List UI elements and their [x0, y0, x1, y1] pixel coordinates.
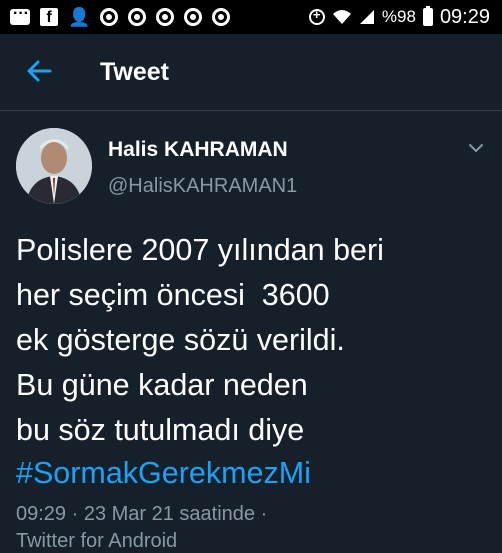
chrome-icon	[184, 8, 203, 26]
notification-icons: f 👤	[10, 5, 231, 28]
chrome-icon	[128, 8, 147, 26]
battery-icon	[422, 6, 433, 26]
avatar-image	[16, 128, 92, 204]
avatar[interactable]	[16, 128, 92, 204]
tweet-timestamp: 09:29 · 23 Mar 21 saatinde ·	[16, 503, 268, 525]
add-user-icon: 👤	[68, 6, 91, 27]
hashtag-link[interactable]: #SormakGerekmezMi	[16, 453, 311, 493]
message-icon	[10, 5, 30, 25]
status-bar: f 👤 %98 09:29	[0, 0, 502, 34]
facebook-icon: f	[40, 8, 58, 26]
system-icons: %98 09:29	[308, 5, 490, 28]
arrow-left-icon[interactable]	[24, 56, 54, 86]
app-bar: Tweet	[0, 34, 502, 111]
battery-percent: %98	[381, 7, 416, 26]
author-name[interactable]: Halis KAHRAMAN	[108, 138, 288, 162]
clock: 09:29	[439, 5, 490, 28]
tweet-text: Polislere 2007 yılından beri her seçim ö…	[16, 233, 384, 447]
chrome-icon	[212, 8, 231, 26]
signal-icon	[359, 10, 374, 24]
author-handle[interactable]: @HalisKAHRAMAN1	[108, 175, 297, 198]
page-title: Tweet	[100, 58, 169, 86]
tweet-source[interactable]: Twitter for Android	[16, 530, 177, 553]
chrome-icon	[100, 8, 119, 26]
wifi-icon	[332, 10, 351, 24]
sync-icon	[308, 7, 325, 25]
chrome-icon	[156, 8, 175, 26]
chevron-down-icon[interactable]	[466, 138, 486, 158]
